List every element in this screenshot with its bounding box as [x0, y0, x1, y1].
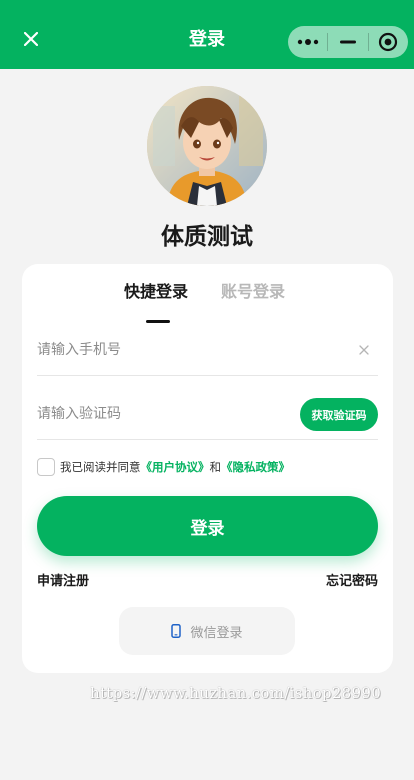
agreement-prefix: 我已阅读并同意: [60, 460, 141, 474]
login-card: 快捷登录 账号登录 获取验证码 我已阅读并同意 《用户协议》 和 《隐私政策》 …: [22, 264, 393, 673]
mini-program-capsule: [288, 26, 408, 58]
phone-field: [37, 324, 378, 376]
active-tab-indicator: [146, 320, 170, 323]
title-bar: 登录: [0, 0, 414, 69]
tab-quick-login[interactable]: 快捷登录: [124, 280, 188, 304]
privacy-policy-link[interactable]: 《隐私政策》: [221, 459, 290, 475]
wechat-login-button[interactable]: 微信登录: [119, 607, 295, 655]
phone-input[interactable]: [37, 324, 337, 376]
get-code-button[interactable]: 获取验证码: [300, 398, 378, 431]
agreement-checkbox[interactable]: [37, 458, 55, 476]
code-field: 获取验证码: [37, 388, 378, 440]
watermark-text: https://www.huzhan.com/ishop28990: [90, 684, 382, 702]
target-circle-icon[interactable]: [369, 26, 408, 58]
agreement-and: 和: [209, 460, 222, 474]
more-dots-icon[interactable]: [288, 26, 327, 58]
clear-icon[interactable]: [357, 343, 371, 357]
phone-icon: [171, 624, 182, 638]
register-link[interactable]: 申请注册: [37, 573, 89, 591]
avatar: [147, 86, 267, 206]
wechat-login-label: 微信登录: [190, 625, 243, 641]
agreement-row: 我已阅读并同意 《用户协议》 和 《隐私政策》: [37, 457, 290, 477]
login-button[interactable]: 登录: [37, 496, 378, 556]
app-name: 体质测试: [161, 224, 253, 250]
verification-code-input[interactable]: [37, 388, 337, 440]
login-tabs: 快捷登录 账号登录: [22, 280, 393, 323]
minimize-icon[interactable]: [328, 26, 367, 58]
forgot-password-link[interactable]: 忘记密码: [326, 573, 378, 591]
user-agreement-link[interactable]: 《用户协议》: [141, 459, 210, 475]
tab-account-login[interactable]: 账号登录: [221, 280, 285, 304]
